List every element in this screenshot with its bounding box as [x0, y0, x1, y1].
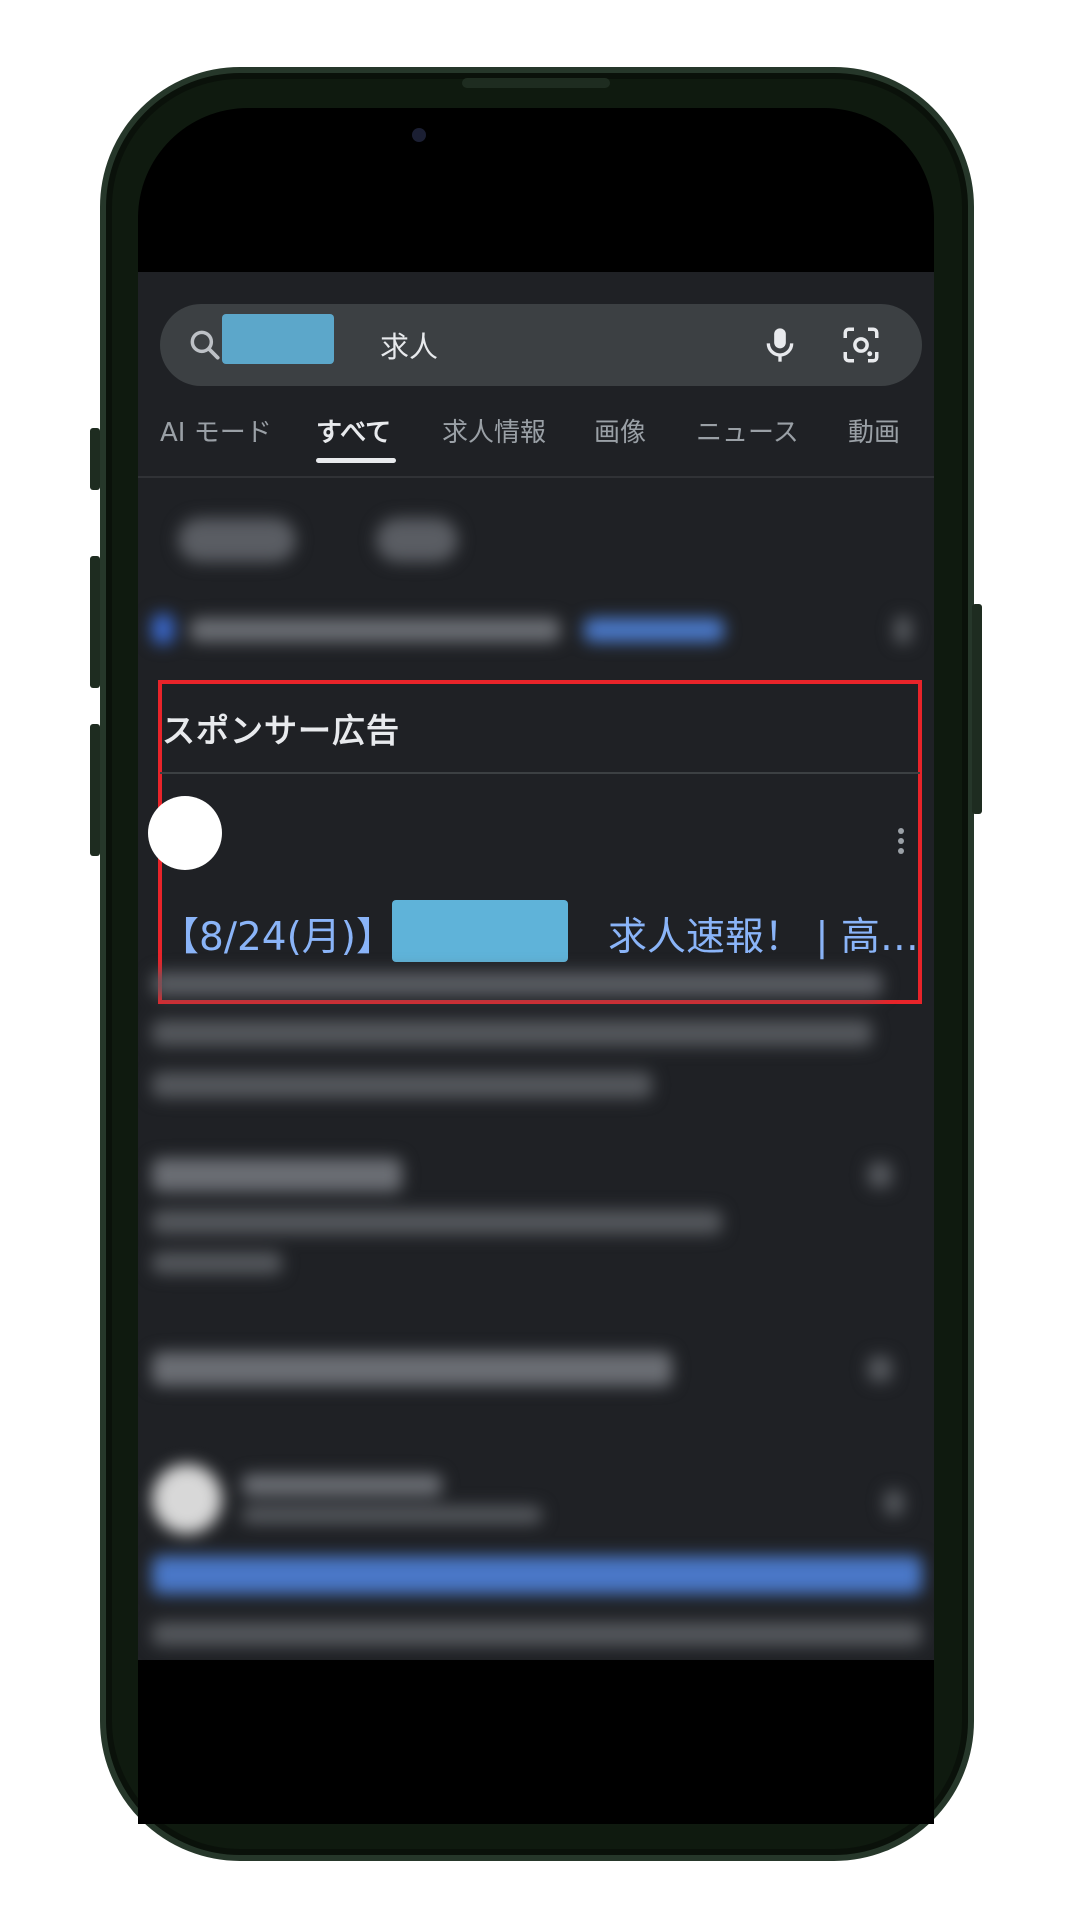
front-camera: [412, 128, 426, 142]
sponsored-divider: [160, 772, 920, 774]
home-indicator-area: [138, 1660, 934, 1824]
more-vert-icon[interactable]: [898, 828, 906, 856]
tab-news[interactable]: ニュース: [696, 412, 799, 449]
notch: [372, 108, 702, 176]
tab-all[interactable]: すべて: [316, 412, 391, 449]
active-tab-indicator: [316, 458, 396, 463]
tab-videos[interactable]: 動画: [848, 412, 900, 449]
action-button: [90, 428, 100, 490]
redacted-query: [222, 314, 334, 364]
volume-up-button: [90, 556, 100, 688]
advertiser-favicon[interactable]: [148, 796, 222, 870]
ad-title-suffix: 求人速報！ | 高…: [608, 915, 919, 960]
sponsored-label: スポンサー広告: [162, 711, 400, 750]
earpiece-speaker: [462, 78, 610, 88]
tab-ai-mode[interactable]: AI モード: [160, 412, 272, 449]
tab-images[interactable]: 画像: [594, 412, 646, 449]
lens-icon[interactable]: [840, 324, 882, 366]
search-query-suffix: 求人: [380, 330, 439, 364]
search-bar[interactable]: 求人: [160, 304, 922, 386]
search-tabs: AI モード すべて 求人情報 画像 ニュース 動画: [138, 412, 934, 472]
mic-icon[interactable]: [760, 324, 800, 366]
filter-chip[interactable]: [178, 518, 296, 562]
volume-down-button: [90, 724, 100, 856]
filter-chip[interactable]: [376, 518, 458, 562]
search-icon[interactable]: [186, 326, 224, 364]
tab-jobs[interactable]: 求人情報: [442, 412, 546, 449]
redacted-company-name: [392, 900, 568, 962]
tabs-divider: [138, 476, 934, 478]
search-results-page: 求人 AI モード すべて 求人情報 画像 ニュース 動画 スポンサー広告 【8…: [138, 272, 934, 1660]
ad-title-prefix: 【8/24(月)】: [160, 915, 396, 960]
power-button: [972, 604, 982, 814]
